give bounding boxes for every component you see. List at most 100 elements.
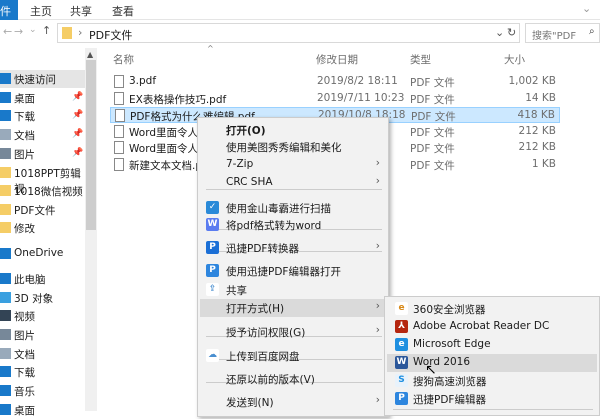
context-menu-label: 共享	[226, 285, 247, 297]
nav-item[interactable]: 下载 📌	[0, 107, 85, 125]
nav-item[interactable]: 图片 📌	[0, 145, 85, 163]
forward-icon[interactable]: →	[14, 25, 23, 38]
nav-item[interactable]: 视频	[0, 307, 85, 325]
nav-item[interactable]: 桌面 📌	[0, 89, 85, 107]
nav-scrollbar-thumb[interactable]	[86, 60, 96, 230]
context-menu-item[interactable]: 7-Zip ›	[200, 156, 386, 174]
context-menu-item[interactable]: 授予访问权限(G) ›	[200, 323, 386, 341]
back-icon[interactable]: ←	[3, 25, 12, 38]
nav-item[interactable]: 3D 对象	[0, 289, 85, 307]
nav-item[interactable]: 此电脑	[0, 270, 85, 288]
nav-item[interactable]: 修改	[0, 219, 85, 237]
nav-item-label: 下载	[14, 367, 35, 379]
file-row[interactable]: EX表格操作技巧.pdf 2019/7/11 10:23 PDF 文件 14 KB	[110, 91, 560, 107]
context-menu-item[interactable]: ☁ 上传到百度网盘	[200, 347, 386, 365]
nav-item-label: 文档	[14, 349, 35, 361]
open-with-item[interactable]: W Word 2016	[387, 354, 597, 372]
search-input[interactable]: 搜索"PDF ⌕	[525, 23, 600, 43]
nav-item[interactable]: 下载	[0, 363, 85, 381]
column-header-size[interactable]: 大小	[504, 52, 525, 67]
submenu-arrow-icon: ›	[375, 175, 380, 187]
open-with-item[interactable]: S 搜狗高速浏览器	[387, 372, 597, 390]
open-with-item[interactable]: e Microsoft Edge	[387, 336, 597, 354]
pdf-file-icon	[115, 109, 125, 122]
nav-item[interactable]: 文档 📌	[0, 126, 85, 144]
pin-icon[interactable]: 📌	[72, 110, 83, 120]
nav-item[interactable]: 桌面	[0, 401, 85, 419]
nav-item-icon	[0, 110, 11, 121]
nav-item[interactable]: 音乐	[0, 382, 85, 400]
tab-share[interactable]: 共享	[70, 3, 92, 19]
context-menu-item[interactable]: W 将pdf格式转为word	[200, 216, 386, 234]
context-menu-item[interactable]: P 迅捷PDF转换器 ›	[200, 239, 386, 257]
sort-ascending-icon: ^	[207, 44, 214, 53]
share-icon: ⇪	[206, 283, 219, 296]
submenu-arrow-icon: ›	[375, 394, 380, 406]
column-header-type[interactable]: 类型	[410, 52, 431, 67]
tab-file[interactable]: 件	[0, 0, 18, 20]
pin-icon[interactable]: 📌	[72, 129, 83, 139]
nav-item[interactable]: 1018PPT剪辑视	[0, 164, 85, 195]
nav-item[interactable]: 1018微信视频	[0, 182, 85, 200]
file-size: 418 KB	[517, 109, 555, 121]
context-menu-label: 将pdf格式转为word	[226, 220, 322, 232]
file-date: 2019/7/11 10:23	[317, 92, 405, 104]
nav-item[interactable]: PDF文件	[0, 201, 85, 219]
address-path[interactable]: PDF文件	[89, 27, 132, 43]
xunjie-icon: P	[206, 241, 219, 254]
mouse-cursor-icon: ↖	[425, 362, 437, 378]
submenu-arrow-icon: ›	[375, 240, 380, 252]
open-with-label: Word 2016	[413, 356, 471, 368]
scroll-up-icon[interactable]: ▲	[87, 50, 93, 59]
address-bar[interactable]: › PDF文件 ⌄ ↻	[57, 23, 520, 43]
nav-item-icon	[0, 129, 11, 140]
file-size: 1 KB	[531, 158, 556, 170]
open-with-label: Adobe Acrobat Reader DC	[413, 320, 550, 332]
pin-icon[interactable]: 📌	[72, 148, 83, 158]
context-menu-label: 上传到百度网盘	[226, 351, 300, 363]
nav-item[interactable]: OneDrive	[0, 245, 85, 263]
baidu-icon: ☁	[206, 349, 219, 362]
context-menu-label: 迅捷PDF转换器	[226, 243, 299, 255]
refresh-icon[interactable]: ↻	[507, 26, 516, 39]
open-with-label: 迅捷PDF编辑器	[413, 394, 486, 406]
context-menu-item[interactable]: P 使用迅捷PDF编辑器打开	[200, 262, 386, 280]
tab-view[interactable]: 查看	[112, 3, 134, 19]
submenu-arrow-icon: ›	[375, 157, 380, 169]
nav-item[interactable]: 快速访问	[0, 70, 85, 88]
nav-item-label: 音乐	[14, 386, 35, 398]
context-menu-item[interactable]: 打开方式(H) ›	[200, 299, 386, 317]
context-menu-item[interactable]: CRC SHA ›	[200, 174, 386, 192]
context-menu-label: CRC SHA	[226, 176, 273, 188]
nav-item-label: 图片	[14, 330, 35, 342]
column-header-name[interactable]: 名称	[113, 52, 134, 67]
recent-dropdown-icon[interactable]: ⌄	[29, 25, 37, 35]
nav-item-icon	[0, 73, 11, 84]
context-menu-item[interactable]: ✓ 使用金山毒霸进行扫描	[200, 199, 386, 217]
context-menu-label: 打开(O)	[226, 125, 266, 137]
submenu-arrow-icon: ›	[375, 300, 380, 312]
file-row[interactable]: 3.pdf 2019/8/2 18:11 PDF 文件 1,002 KB	[110, 74, 560, 90]
column-header-date[interactable]: 修改日期	[316, 52, 358, 67]
tab-home[interactable]: 主页	[30, 3, 52, 19]
nav-item[interactable]: 图片	[0, 326, 85, 344]
context-menu-label: 使用金山毒霸进行扫描	[226, 203, 331, 215]
open-with-item[interactable]: P 迅捷PDF编辑器	[387, 390, 597, 408]
address-dropdown-icon[interactable]: ⌄	[495, 26, 504, 39]
nav-item-label: PDF文件	[14, 205, 56, 217]
ribbon-expand-icon[interactable]: ⌄	[582, 2, 591, 15]
open-with-item[interactable]: e 360安全浏览器	[387, 300, 597, 318]
submenu-arrow-icon: ›	[375, 324, 380, 336]
nav-item[interactable]: 文档	[0, 345, 85, 363]
ribbon: 件 主页 共享 查看 ⌄	[0, 0, 600, 20]
context-menu-item[interactable]: 还原以前的版本(V)	[200, 370, 386, 388]
nav-item-icon	[0, 167, 11, 178]
pin-icon[interactable]: 📌	[72, 92, 83, 102]
context-menu-item[interactable]: 发送到(N) ›	[200, 393, 386, 411]
context-menu-item[interactable]: 打开(O)	[200, 121, 386, 139]
open-with-item[interactable]: ⅄ Adobe Acrobat Reader DC	[387, 318, 597, 336]
context-menu-item[interactable]: ⇪ 共享	[200, 281, 386, 299]
folder-icon	[62, 27, 72, 39]
up-icon[interactable]: ↑	[42, 24, 51, 37]
context-menu-item[interactable]: 使用美图秀秀编辑和美化	[200, 138, 386, 156]
